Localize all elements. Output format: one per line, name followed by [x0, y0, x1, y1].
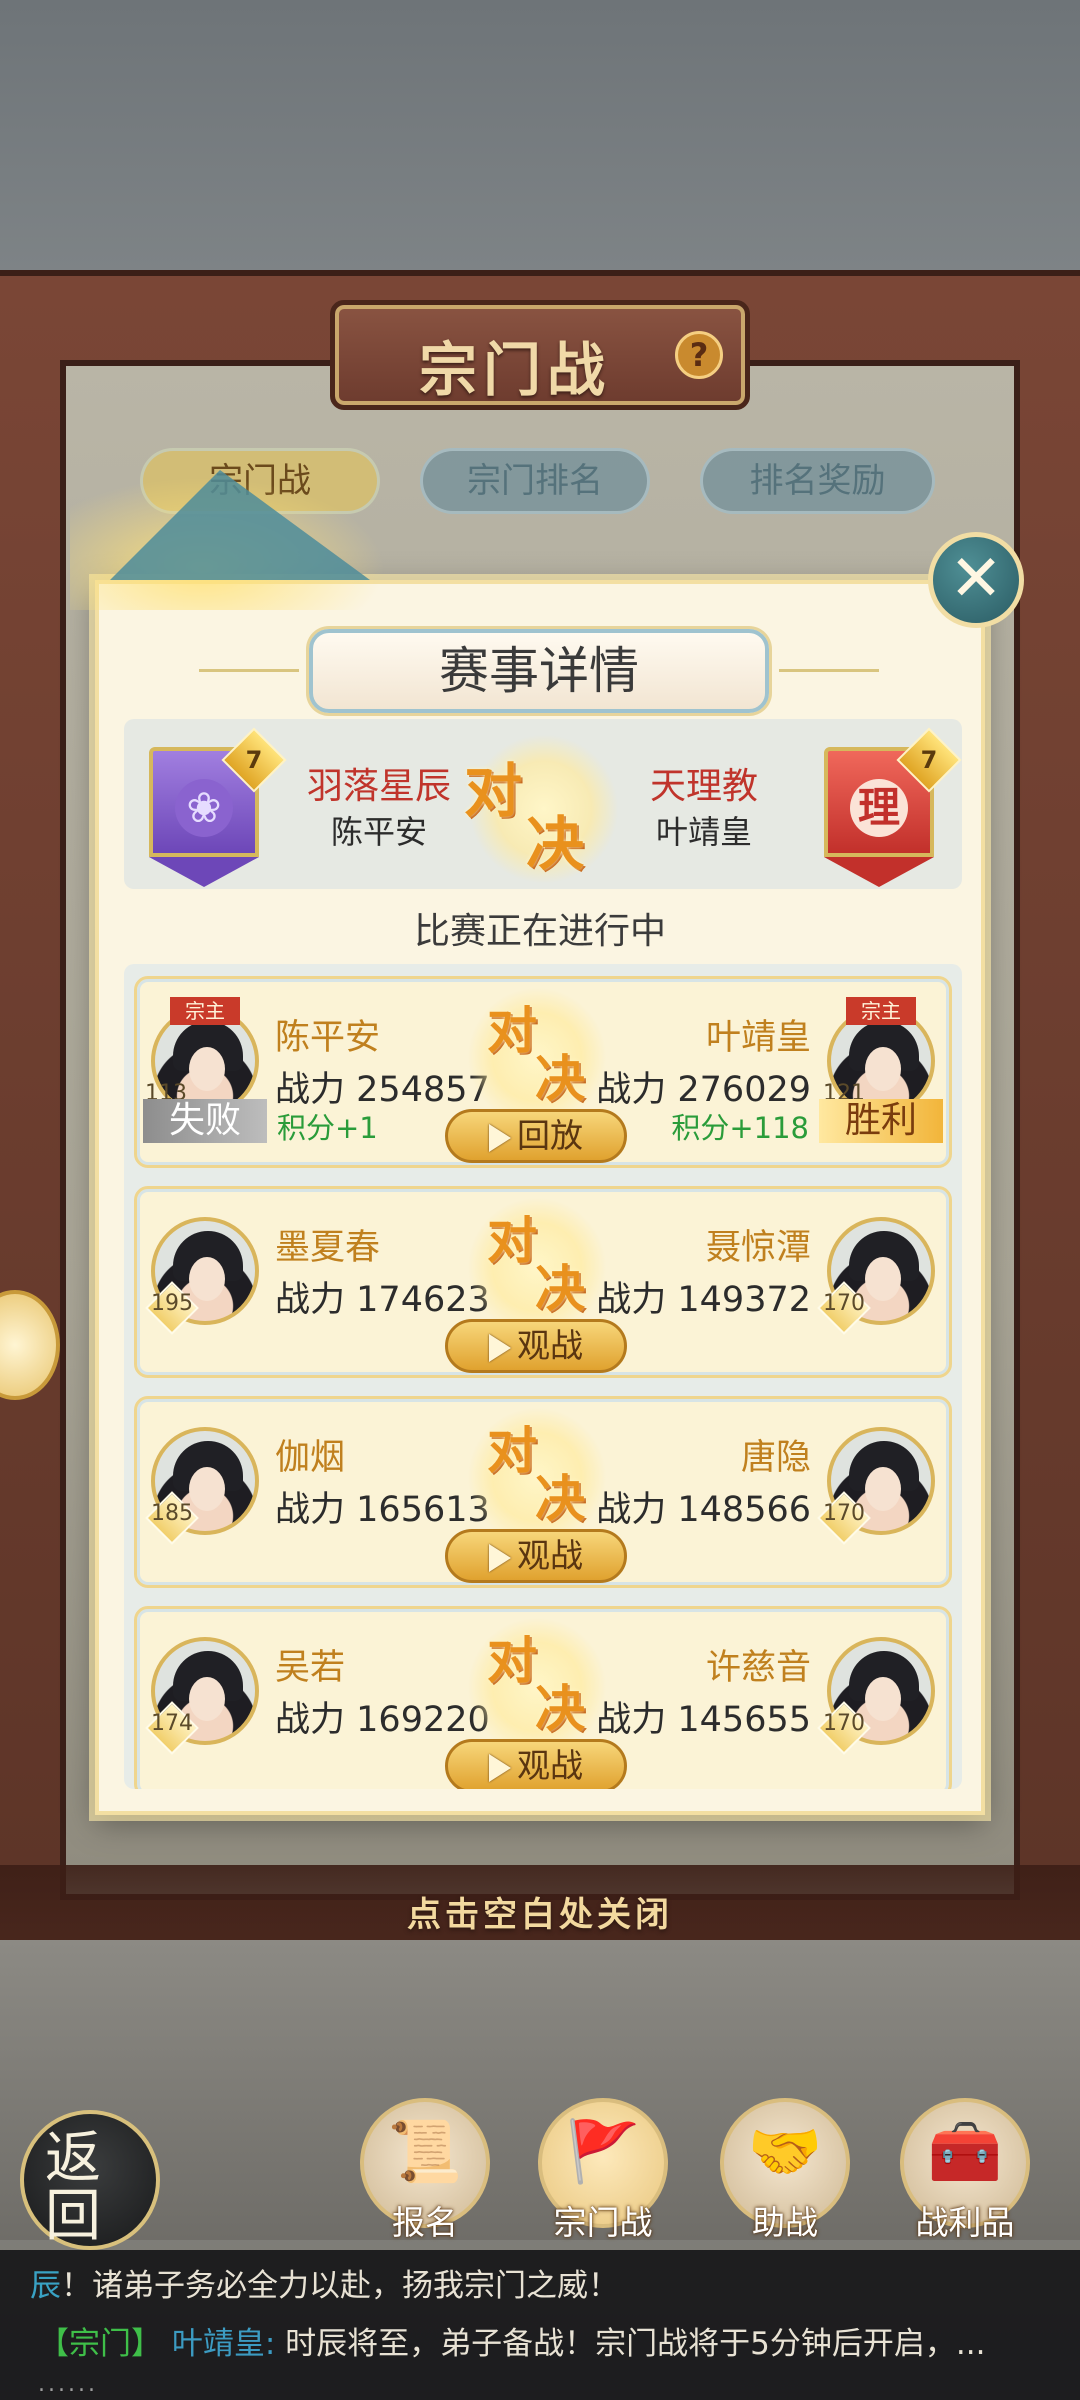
- player-right-power: 战力 149372: [596, 1280, 811, 1320]
- team-versus-panel: ❀ 7 羽落星辰 陈平安 对 决 天理教 叶靖皇 理 7: [124, 719, 962, 889]
- back-label: 返回: [45, 2126, 101, 2249]
- match-status: 比赛正在进行中: [413, 911, 666, 952]
- sect-leader-badge: 宗主: [170, 997, 240, 1025]
- player-right-name: 叶靖皇: [705, 1018, 811, 1058]
- player-left-power: 战力 174623: [275, 1280, 490, 1320]
- team-right-leader: 叶靖皇: [655, 813, 752, 851]
- handshake-glyph-icon: 🤝: [747, 2117, 823, 2187]
- player-right-name: 聂惊潭: [705, 1228, 811, 1268]
- help-button[interactable]: ?: [675, 331, 723, 379]
- player-left-name: 陈平安: [275, 1018, 381, 1058]
- player-left-name: 吴若: [275, 1648, 346, 1688]
- player-right-level: 170: [823, 1711, 865, 1736]
- lotus-icon: ❀: [175, 779, 233, 837]
- nav-register[interactable]: 📜 报名: [360, 2098, 490, 2258]
- player-left-power: 战力 169220: [275, 1700, 490, 1740]
- header-rule-left: [199, 669, 299, 672]
- player-left-points: 积分+1: [277, 1111, 378, 1145]
- watch-button[interactable]: 观战: [445, 1319, 627, 1373]
- match-card: 185 伽烟 战力 165613 对 决 观战 唐隐 战力 148566 170: [134, 1396, 952, 1588]
- watch-button[interactable]: 观战: [445, 1529, 627, 1583]
- team-left-name: 羽落星辰: [306, 766, 451, 807]
- watch-button[interactable]: 观战: [445, 1739, 627, 1789]
- scroll-glyph-icon: 📜: [387, 2117, 463, 2187]
- play-icon: [489, 1753, 511, 1782]
- modal-header: 赛事详情: [309, 629, 769, 713]
- player-left-level: 185: [151, 1501, 193, 1526]
- nav-assist[interactable]: 🤝 助战: [720, 2098, 850, 2258]
- play-icon: [489, 1543, 511, 1572]
- page-title: 宗门战: [418, 336, 611, 404]
- chat-message: 【宗门】 叶靖皇: 时辰将至，弟子备战！宗门战将于5分钟后开启，...: [38, 2326, 986, 2362]
- play-icon: [489, 1123, 511, 1152]
- chat-message: 辰！诸弟子务必全力以赴，扬我宗门之威！: [30, 2268, 619, 2304]
- player-left-power: 战力 165613: [275, 1490, 490, 1530]
- player-left-name: 伽烟: [275, 1438, 346, 1478]
- nav-spoils[interactable]: 🧰 战利品: [900, 2098, 1030, 2258]
- match-card: 174 吴若 战力 169220 对 决 观战 许慈音 战力 145655 17…: [134, 1606, 952, 1789]
- match-card: 宗主 113 陈平安 战力 254857 失败 积分+1 对 决 回放 叶靖皇 …: [134, 976, 952, 1168]
- player-right-level: 170: [823, 1501, 865, 1526]
- player-right-level: 170: [823, 1291, 865, 1316]
- team-right-banner: 理 7: [824, 727, 962, 887]
- team-right-emblem: 理: [850, 779, 908, 837]
- team-left-banner: ❀ 7: [149, 727, 287, 887]
- close-button[interactable]: ✕: [928, 532, 1024, 628]
- match-list[interactable]: 宗主 113 陈平安 战力 254857 失败 积分+1 对 决 回放 叶靖皇 …: [124, 964, 962, 1789]
- result-lose-label: 失败: [143, 1099, 267, 1143]
- flag-glyph-icon: 🚩: [565, 2117, 641, 2187]
- replay-button[interactable]: 回放: [445, 1109, 627, 1163]
- versus-emblem: 对 决: [464, 729, 624, 889]
- player-left-name: 墨夏春: [275, 1228, 381, 1268]
- team-left-leader: 陈平安: [330, 813, 427, 851]
- team-right-name: 天理教: [649, 766, 758, 807]
- player-right-name: 许慈音: [705, 1648, 811, 1688]
- match-detail-modal: 赛事详情 ❀ 7 羽落星辰 陈平安 对 决 天理教 叶靖皇 理 7 比赛正在进行…: [95, 580, 985, 1815]
- player-left-level: 195: [151, 1291, 193, 1316]
- tab-ranking-rewards[interactable]: 排名奖励: [700, 448, 935, 514]
- mountain-decoration: [110, 470, 370, 580]
- title-plaque: 宗门战 ?: [330, 300, 750, 410]
- play-icon: [489, 1333, 511, 1362]
- player-right-points: 积分+118: [671, 1111, 809, 1145]
- tab-sect-ranking[interactable]: 宗门排名: [420, 448, 650, 514]
- player-right-name: 唐隐: [740, 1438, 811, 1478]
- close-hint-text: 点击空白处关闭: [407, 1895, 673, 1935]
- header-rule-right: [779, 669, 879, 672]
- player-right-power: 战力 148566: [596, 1490, 811, 1530]
- chat-more-indicator: ......: [38, 2372, 98, 2397]
- match-card: 195 墨夏春 战力 174623 对 决 观战 聂惊潭 战力 149372 1…: [134, 1186, 952, 1378]
- modal-title: 赛事详情: [439, 642, 639, 700]
- sect-leader-badge: 宗主: [846, 997, 916, 1025]
- player-right-power: 战力 145655: [596, 1700, 811, 1740]
- chest-glyph-icon: 🧰: [927, 2117, 1003, 2187]
- result-win-label: 胜利: [819, 1099, 943, 1143]
- nav-sect-war[interactable]: 🚩 宗门战: [538, 2098, 668, 2258]
- player-left-level: 174: [151, 1711, 193, 1736]
